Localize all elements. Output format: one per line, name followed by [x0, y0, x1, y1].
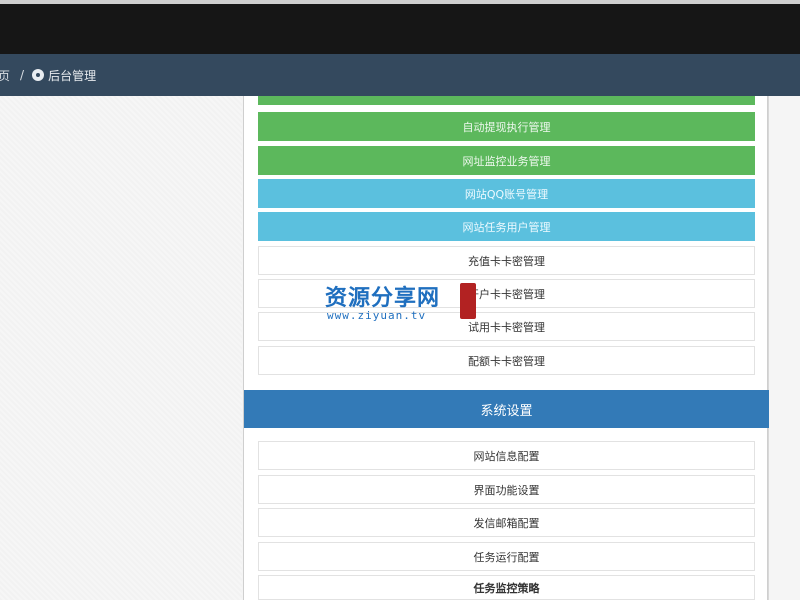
- right-background-panel: [768, 96, 800, 600]
- gear-icon: [32, 69, 45, 81]
- breadcrumb: 页 / 后台管理: [0, 54, 800, 96]
- menu-item-quota-cards[interactable]: 配额卡卡密管理: [258, 346, 755, 375]
- settings-item-mail-config[interactable]: 发信邮箱配置: [258, 508, 755, 537]
- top-navbar: [0, 0, 800, 54]
- menu-item-url-monitor[interactable]: 网址监控业务管理: [258, 146, 755, 175]
- menu-item-recharge-cards[interactable]: 充值卡卡密管理: [258, 246, 755, 275]
- breadcrumb-current: 后台管理: [48, 68, 97, 83]
- menu-item-account-cards[interactable]: 开户卡卡密管理: [258, 279, 755, 308]
- settings-item-task-run[interactable]: 任务运行配置: [258, 542, 755, 571]
- menu-item-task-users[interactable]: 网站任务用户管理: [258, 212, 755, 241]
- settings-item-site-info[interactable]: 网站信息配置: [258, 441, 755, 470]
- settings-item-task-monitor[interactable]: 任务监控策略: [258, 575, 755, 600]
- admin-menu-panel: 自动提现执行管理 网址监控业务管理 网站QQ账号管理 网站任务用户管理 充值卡卡…: [243, 96, 769, 600]
- breadcrumb-separator: /: [20, 68, 25, 82]
- menu-item-qq-accounts[interactable]: 网站QQ账号管理: [258, 179, 755, 208]
- left-background-panel: [0, 96, 242, 600]
- menu-item-auto-withdraw[interactable]: 自动提现执行管理: [258, 112, 755, 141]
- settings-item-ui-features[interactable]: 界面功能设置: [258, 475, 755, 504]
- menu-item-trial-cards[interactable]: 试用卡卡密管理: [258, 312, 755, 341]
- system-settings-header[interactable]: 系统设置: [244, 390, 769, 428]
- breadcrumb-prev-link[interactable]: 页: [0, 67, 10, 84]
- menu-item-partial[interactable]: [258, 96, 755, 105]
